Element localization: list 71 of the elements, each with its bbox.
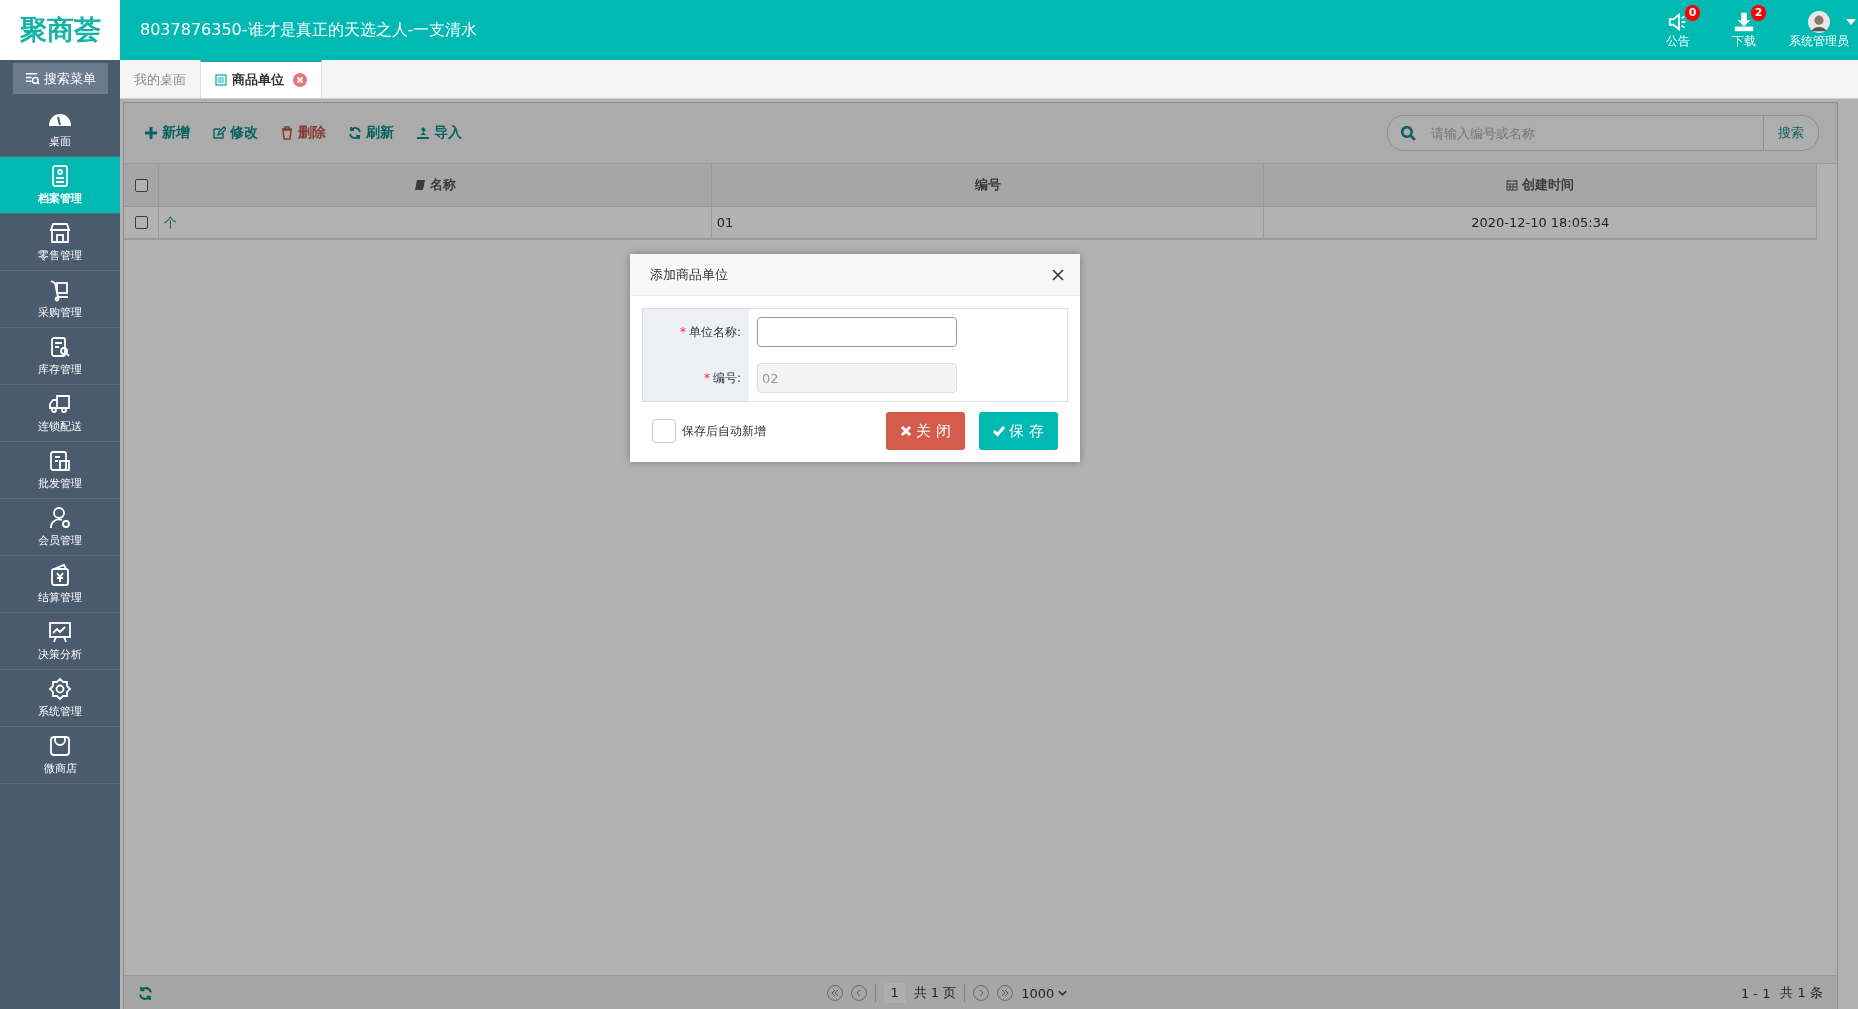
search-list-icon bbox=[25, 71, 40, 86]
required-mark: * bbox=[679, 325, 686, 339]
record-total: 共 1 条 bbox=[1780, 984, 1823, 1002]
sidebar-item[interactable]: 档案管理 bbox=[0, 157, 120, 214]
bag-icon bbox=[48, 734, 72, 758]
field-label: 单位名称: bbox=[688, 323, 741, 341]
refresh-icon[interactable] bbox=[138, 985, 153, 1001]
caret-icon[interactable] bbox=[1846, 18, 1856, 25]
cross-icon bbox=[900, 425, 913, 437]
toolbar-button[interactable]: 删除 bbox=[280, 124, 326, 142]
shop-icon bbox=[48, 221, 72, 245]
user-name[interactable]: 系统管理员 bbox=[1789, 32, 1849, 50]
row-checkbox[interactable] bbox=[134, 216, 148, 229]
toolbar-button[interactable]: 导入 bbox=[416, 124, 462, 142]
previous-page-icon[interactable] bbox=[850, 985, 867, 1001]
first-page-icon[interactable] bbox=[826, 985, 843, 1001]
search-button[interactable]: 搜索 bbox=[1763, 116, 1818, 150]
tab[interactable]: 商品单位 bbox=[200, 60, 322, 98]
required-mark: * bbox=[703, 371, 710, 385]
count-badge: 0 bbox=[1685, 4, 1700, 21]
action-label[interactable]: 下载 bbox=[1732, 32, 1756, 50]
clipboard-box-icon bbox=[48, 449, 72, 473]
save-button[interactable]: 保 存 bbox=[979, 412, 1058, 450]
settings-icon bbox=[48, 677, 72, 701]
toolbar-button[interactable]: 新增 bbox=[144, 124, 190, 142]
column-header[interactable]: 编号 bbox=[711, 164, 1265, 206]
toolbar-button[interactable]: 修改 bbox=[212, 124, 258, 142]
table-cell: 2020-12-10 18:05:34 bbox=[1264, 207, 1817, 238]
column-header[interactable]: 创建时间 bbox=[1264, 164, 1817, 206]
window-title: 8037876350-谁才是真正的天选之人-一支清水 bbox=[140, 19, 479, 41]
plus-icon bbox=[144, 126, 158, 140]
page-size-select[interactable]: 1000 bbox=[1021, 985, 1068, 1001]
wallet-icon bbox=[48, 563, 72, 587]
action-label[interactable]: 公告 bbox=[1666, 32, 1690, 50]
next-page-icon[interactable] bbox=[973, 985, 990, 1001]
edit-icon bbox=[212, 126, 226, 140]
dialog-title: 添加商品单位 bbox=[650, 265, 728, 284]
close-button[interactable]: 关 闭 bbox=[886, 412, 966, 450]
download-icon[interactable] bbox=[1732, 10, 1756, 33]
chart-board-icon bbox=[48, 620, 72, 644]
chevron-icon bbox=[1058, 990, 1068, 996]
calendar-icon bbox=[1506, 179, 1519, 191]
user-icon bbox=[48, 506, 72, 530]
avatar-icon[interactable] bbox=[1808, 10, 1830, 33]
table-cell: 01 bbox=[711, 207, 1265, 238]
input-field[interactable] bbox=[757, 317, 957, 347]
close-icon[interactable] bbox=[1052, 268, 1064, 281]
trash-icon bbox=[280, 126, 294, 140]
tab[interactable]: 我的桌面 bbox=[120, 61, 200, 98]
refresh-icon bbox=[348, 126, 362, 140]
table-cell: 个 bbox=[159, 207, 712, 238]
search-menu-button[interactable]: 搜索菜单 bbox=[13, 63, 108, 94]
logo: 聚商荟 bbox=[0, 0, 120, 60]
field-label: 编号: bbox=[712, 369, 741, 387]
search-icon bbox=[1400, 124, 1417, 142]
count-badge: 2 bbox=[1751, 4, 1766, 21]
checkbox[interactable] bbox=[652, 419, 676, 443]
truck-icon bbox=[48, 392, 72, 416]
column-header[interactable]: 名称 bbox=[159, 164, 712, 206]
page-number-field[interactable]: 1 bbox=[883, 983, 906, 1003]
toolbar-button[interactable]: 刷新 bbox=[348, 124, 394, 142]
tray-arrow-icon bbox=[416, 126, 430, 140]
checkbox-label: 保存后自动新增 bbox=[682, 422, 766, 440]
check-icon bbox=[993, 425, 1006, 437]
record-range: 1 - 1 bbox=[1740, 985, 1771, 1001]
select-all-checkbox[interactable] bbox=[134, 178, 148, 192]
book-icon bbox=[413, 179, 426, 191]
table-icon bbox=[215, 74, 227, 86]
clipboard-search-icon bbox=[48, 335, 72, 359]
page-count: 共 1 页 bbox=[913, 984, 957, 1002]
last-page-icon[interactable] bbox=[997, 985, 1014, 1001]
